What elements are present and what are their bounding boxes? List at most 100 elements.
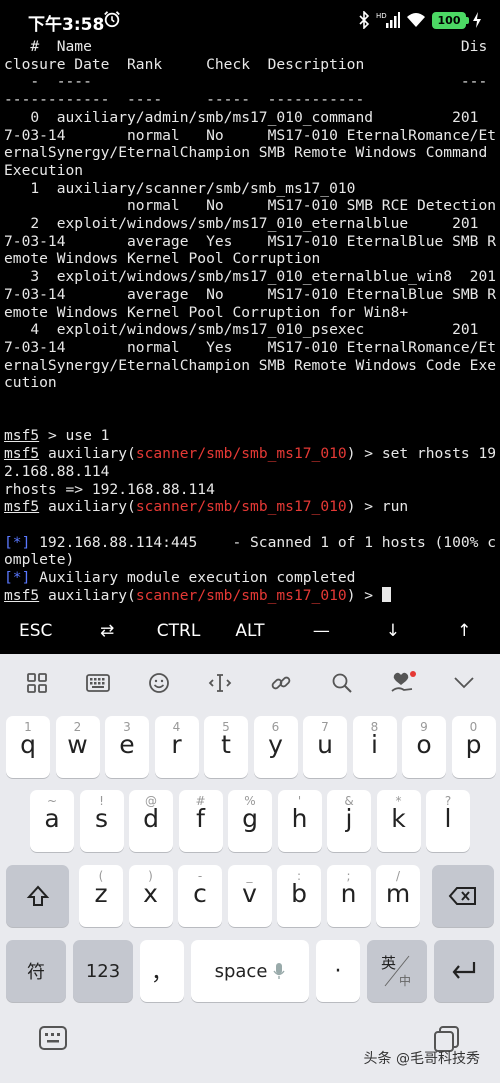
key-char: s: [94, 804, 109, 833]
space-key[interactable]: space: [191, 940, 309, 1002]
key-r[interactable]: 4r: [154, 716, 199, 778]
key-char: b: [291, 879, 307, 908]
up-arrow-key[interactable]: ↑: [429, 609, 500, 653]
terminal-line: emote Windows Kernel Pool Corruption for…: [4, 303, 409, 321]
key-m[interactable]: / m: [376, 865, 420, 927]
key-char: h: [291, 804, 308, 833]
terminal-line: 1 auxiliary/scanner/smb/smb_ms17_010: [4, 179, 356, 197]
key-n[interactable]: ; n: [326, 865, 371, 927]
prompt-aux: auxiliary(: [39, 445, 136, 463]
terminal-line: 7-03-14 normal Yes MS17-010 EternalRoman…: [4, 338, 497, 356]
enter-key[interactable]: [434, 940, 494, 1002]
prompt-msf5: msf5: [4, 586, 40, 604]
key-g[interactable]: % g: [228, 790, 272, 852]
ctrl-key[interactable]: CTRL: [143, 609, 214, 653]
key-char: r: [171, 730, 182, 759]
terminal-line: 7-03-14 normal No MS17-010 EternalRomanc…: [4, 126, 497, 144]
key-d[interactable]: @ d: [129, 790, 173, 852]
prompt-module: scanner/smb/smb_ms17_010: [135, 498, 347, 516]
prompt-module: scanner/smb/smb_ms17_010: [135, 586, 347, 604]
esc-key[interactable]: ESC: [0, 609, 71, 653]
collapse-keyboard-icon[interactable]: [446, 665, 482, 701]
output-line: rhosts => 192.168.88.114: [4, 480, 215, 498]
prompt-msf5: msf5: [4, 445, 40, 463]
key-k[interactable]: * k: [376, 790, 421, 852]
key-a[interactable]: ~ a: [30, 790, 74, 852]
key-char: d: [143, 804, 159, 833]
key-char: t: [221, 730, 231, 759]
key-l[interactable]: ? l: [426, 790, 470, 852]
key-p[interactable]: 0p: [451, 716, 496, 778]
battery-icon: 100: [432, 11, 469, 29]
period-key[interactable]: ·: [316, 940, 360, 1002]
key-char: y: [268, 730, 283, 759]
key-j[interactable]: & j: [327, 790, 371, 852]
terminal-output[interactable]: # Name Dis closure Date Rank Check Descr…: [0, 38, 500, 608]
key-v[interactable]: _ v: [227, 865, 272, 927]
heart-hand-icon[interactable]: [385, 665, 421, 701]
search-icon[interactable]: [324, 665, 360, 701]
link-icon[interactable]: [263, 665, 299, 701]
symbols-key[interactable]: 符: [6, 940, 66, 1002]
dash-key[interactable]: —: [286, 609, 357, 653]
cursor-move-icon[interactable]: [202, 665, 238, 701]
alt-key[interactable]: ALT: [214, 609, 285, 653]
system-icons: HD 100: [358, 9, 482, 31]
prompt-aux: auxiliary(: [39, 586, 136, 604]
comma-key[interactable]: ，: [140, 940, 184, 1002]
output-line: 192.168.88.114:445 - Scanned 1 of 1 host…: [30, 533, 497, 551]
terminal-text: # Name Dis closure Date Rank Check Descr…: [4, 38, 500, 605]
key-char: m: [385, 879, 411, 908]
keyboard-switch-icon[interactable]: [38, 1025, 68, 1055]
terminal-line: ernalSynergy/EternalChampion SMB Remote …: [4, 144, 488, 162]
terminal-line: closure Date Rank Check Description: [4, 55, 365, 73]
key-t[interactable]: 5t: [204, 716, 248, 778]
navigation-bar: [0, 1005, 500, 1083]
command-text: > run: [355, 498, 409, 516]
key-char: w: [67, 730, 88, 759]
down-arrow-key[interactable]: ↓: [357, 609, 428, 653]
tab-key[interactable]: ⇄: [71, 609, 142, 653]
key-char: c: [193, 879, 207, 908]
shift-key[interactable]: [6, 865, 69, 927]
terminal-line: emote Windows Kernel Pool Corruption: [4, 250, 321, 268]
command-text: > set rhosts 19: [355, 445, 497, 463]
key-x[interactable]: ) x: [128, 865, 173, 927]
backspace-key[interactable]: [432, 865, 494, 927]
key-z[interactable]: (z: [79, 865, 123, 927]
numbers-key[interactable]: 123: [73, 940, 133, 1002]
key-o[interactable]: 9o: [402, 716, 446, 778]
key-w[interactable]: 2w: [55, 716, 100, 778]
prompt-msf5: msf5: [4, 498, 40, 516]
key-char: u: [317, 730, 333, 759]
key-char: f: [196, 804, 205, 833]
terminal-line: ------------ ---- ----- -----------: [4, 91, 365, 109]
key-char: k: [391, 804, 406, 833]
key-f[interactable]: # f: [178, 790, 223, 852]
keyboard-layout-icon[interactable]: [80, 665, 116, 701]
emoji-icon[interactable]: [141, 665, 177, 701]
svg-text:HD: HD: [376, 12, 387, 20]
key-q[interactable]: 1q: [6, 716, 50, 778]
key-b[interactable]: :b: [277, 865, 321, 927]
key-h[interactable]: ' h: [277, 790, 322, 852]
key-char: g: [242, 804, 258, 833]
terminal-line: 2 exploit/windows/smb/ms17_010_eternalbl…: [4, 215, 479, 233]
cell-signal-icon: HD: [376, 12, 400, 28]
terminal-line: # Name Dis: [4, 38, 488, 55]
key-char: q: [20, 730, 36, 759]
key-u[interactable]: 7u: [303, 716, 347, 778]
key-c[interactable]: -c: [178, 865, 222, 927]
key-y[interactable]: 6y: [253, 716, 298, 778]
command-text: > use 1: [39, 427, 110, 445]
language-switch-key[interactable]: 英中: [367, 940, 427, 1002]
lang-divider: [384, 955, 410, 987]
key-char: n: [340, 879, 357, 908]
key-s[interactable]: ! s: [79, 790, 124, 852]
shift-icon: [26, 885, 50, 906]
apps-grid-icon[interactable]: [19, 665, 55, 701]
command-text: >: [355, 586, 382, 604]
key-e[interactable]: 3e: [105, 716, 149, 778]
key-i[interactable]: 8i: [352, 716, 397, 778]
terminal-line: Execution: [4, 161, 84, 179]
